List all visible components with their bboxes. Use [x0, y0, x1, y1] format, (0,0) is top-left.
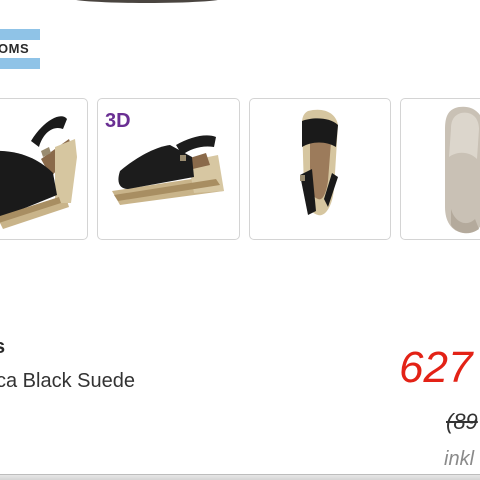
product-image-edge	[72, 0, 222, 3]
product-brand: s	[0, 336, 5, 358]
sandal-3d-image	[112, 135, 224, 205]
sandal-sole-image	[445, 106, 480, 234]
tax-note: inkl	[444, 448, 475, 470]
gallery-thumbnail-top[interactable]	[249, 98, 391, 240]
product-old-price: (89	[446, 409, 478, 434]
brand-logo[interactable]: OMS	[0, 29, 40, 69]
bottom-bar	[0, 474, 480, 480]
gallery-thumbnail-3d[interactable]: 3D	[97, 98, 240, 240]
product-price: 627	[399, 343, 473, 392]
gallery-thumbnail-side[interactable]	[0, 98, 88, 240]
sandal-top-image	[300, 109, 338, 216]
product-name: ca Black Suede	[0, 370, 135, 392]
gallery-thumbnail-sole[interactable]	[400, 98, 480, 240]
brand-logo-text: OMS	[0, 41, 30, 56]
sandal-side-image	[0, 116, 77, 229]
